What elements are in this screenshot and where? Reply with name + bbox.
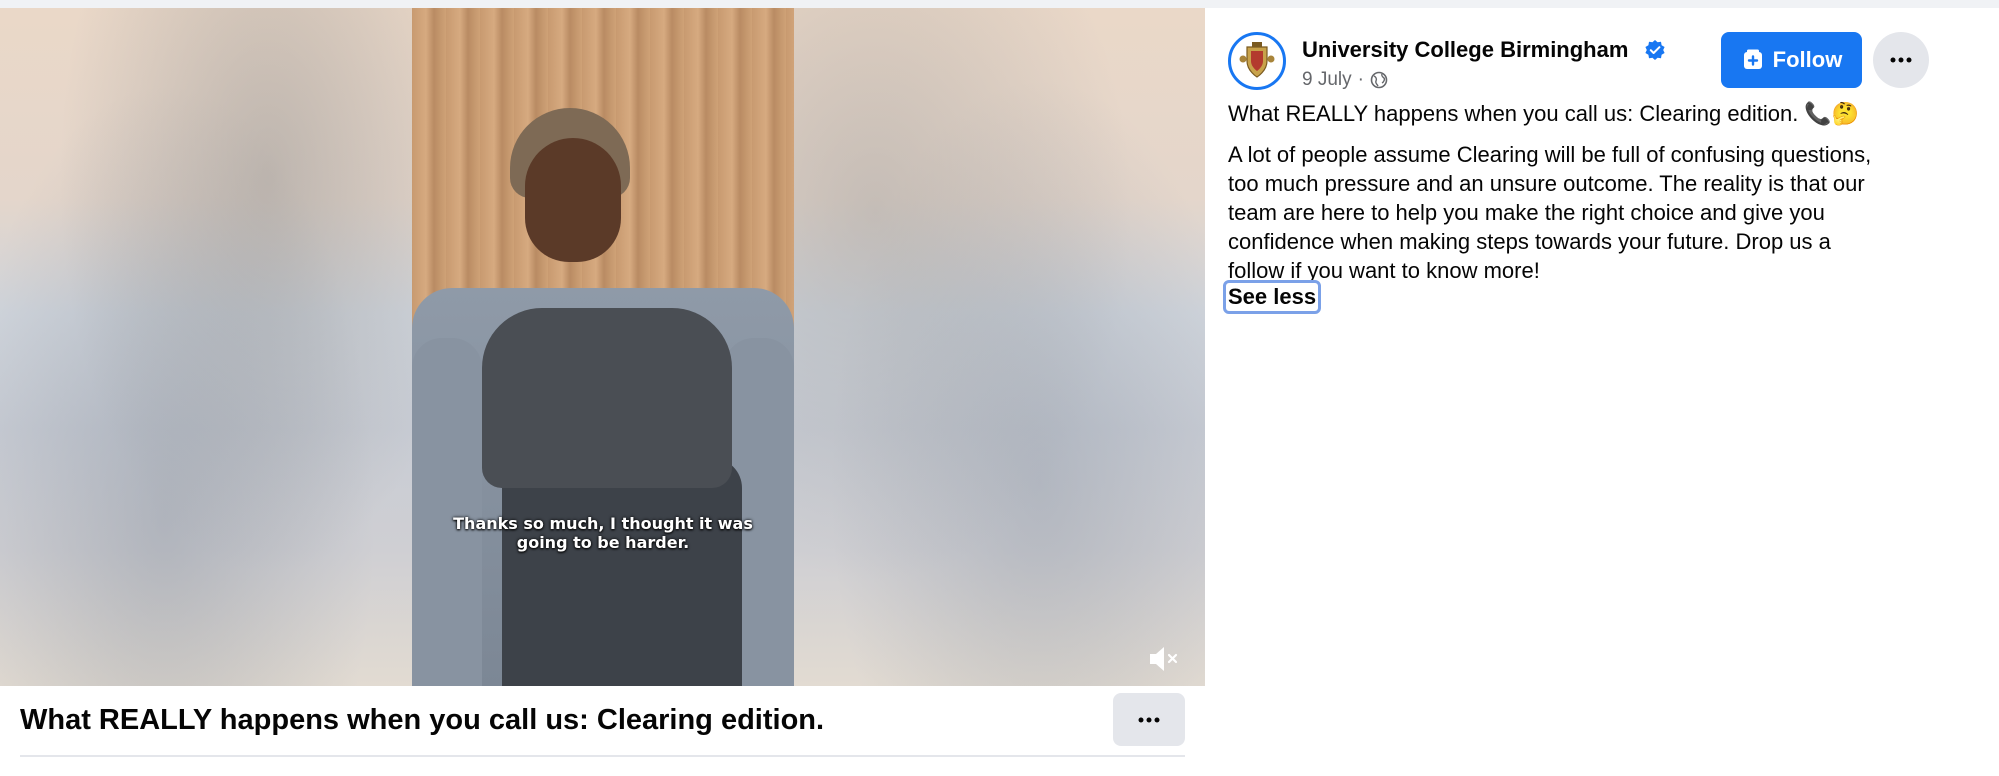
video-subtitle-line-1: Thanks so much, I thought it was <box>453 514 753 533</box>
globe-icon <box>1370 71 1388 89</box>
follow-button[interactable]: Follow <box>1721 32 1862 88</box>
post-meta: 9 July · <box>1302 68 1388 92</box>
post-body: A lot of people assume Clearing will be … <box>1228 140 1948 285</box>
page-avatar[interactable] <box>1228 32 1286 90</box>
top-divider <box>0 0 1999 8</box>
post-body-line: too much pressure and an unsure outcome.… <box>1228 171 1865 196</box>
video-blurred-backdrop-right <box>793 8 1205 686</box>
ellipsis-icon <box>1138 717 1160 722</box>
video-blurred-backdrop-left <box>0 8 412 686</box>
video-player[interactable]: Thanks so much, I thought it was going t… <box>0 8 1205 686</box>
ellipsis-icon <box>1890 57 1912 63</box>
post-more-button[interactable] <box>1873 32 1929 88</box>
sofa-arm-left <box>412 338 482 686</box>
video-subtitle: Thanks so much, I thought it was going t… <box>412 514 794 552</box>
video-more-button[interactable] <box>1113 693 1185 746</box>
video-subtitle-line-2: going to be harder. <box>516 533 690 552</box>
video-frame[interactable]: Thanks so much, I thought it was going t… <box>412 8 794 686</box>
meta-separator: · <box>1357 69 1364 90</box>
post-body-line: follow if you want to know more! <box>1228 258 1540 283</box>
post-body-line: team are here to help you make the right… <box>1228 200 1825 225</box>
post-body-line: A lot of people assume Clearing will be … <box>1228 142 1872 167</box>
page-name-link[interactable]: University College Birmingham <box>1302 36 1628 64</box>
post-headline: What REALLY happens when you call us: Cl… <box>1228 101 1860 126</box>
speaker-muted-icon[interactable] <box>1146 644 1180 674</box>
see-less-button[interactable]: See less <box>1222 280 1322 314</box>
person-shirt <box>482 308 732 488</box>
crest-logo-icon <box>1239 42 1275 78</box>
verified-badge-icon <box>1644 39 1666 66</box>
video-title: What REALLY happens when you call us: Cl… <box>20 704 825 736</box>
title-divider <box>20 755 1185 757</box>
follow-button-label: Follow <box>1772 47 1843 72</box>
add-page-icon <box>1743 49 1762 69</box>
person-head <box>525 138 621 262</box>
post-date[interactable]: 9 July <box>1302 68 1352 92</box>
person-legs <box>502 458 742 686</box>
post-body-line: confidence when making steps towards you… <box>1228 229 1831 254</box>
